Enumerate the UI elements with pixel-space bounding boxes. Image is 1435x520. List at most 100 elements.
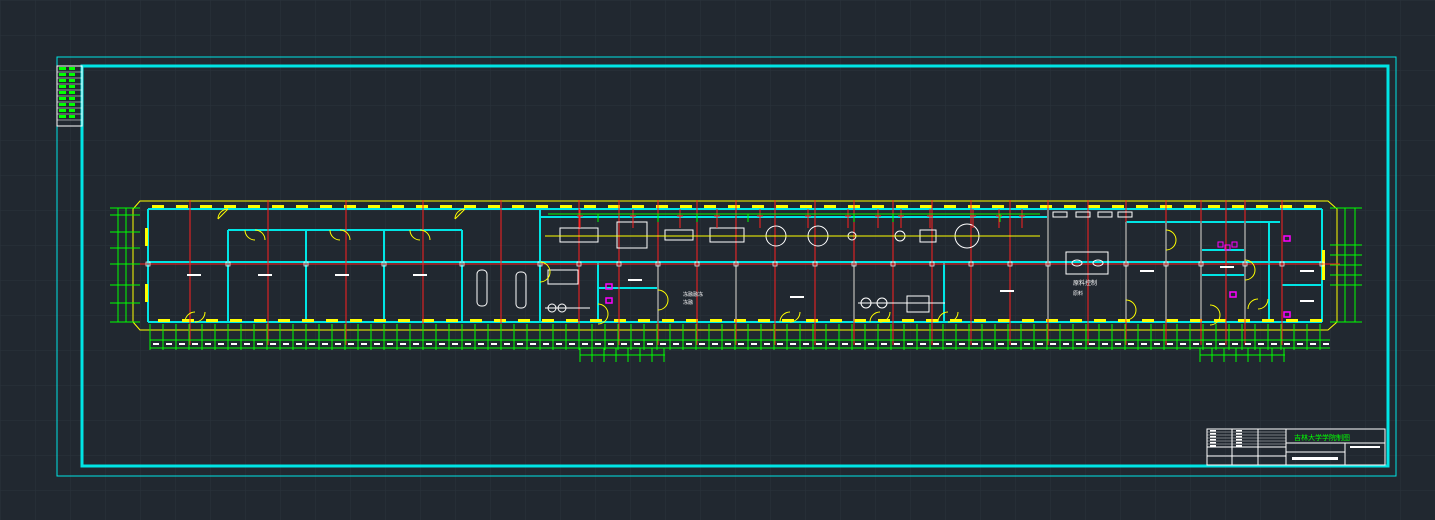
- wall-hatch-top: [296, 205, 308, 208]
- room-label-control: 原料控制: [1073, 279, 1097, 287]
- dimension-text: [543, 343, 549, 345]
- title-block-text: [1210, 433, 1216, 435]
- dimension-text: [1128, 343, 1134, 345]
- wall-hatch-bottom: [566, 319, 578, 322]
- title-block-text: [1236, 445, 1242, 447]
- dimension-text: [335, 343, 341, 345]
- dimension-text: [504, 343, 510, 345]
- wall-hatch-top: [1184, 205, 1196, 208]
- wall-hatch-top: [992, 205, 1004, 208]
- room-tag: [790, 296, 804, 298]
- title-block-text: [1210, 439, 1216, 441]
- dimension-text: [374, 343, 380, 345]
- dimension-text: [920, 343, 926, 345]
- dimension-text: [894, 343, 900, 345]
- dimension-text: [608, 343, 614, 345]
- wall-hatch-top: [440, 205, 452, 208]
- dimension-text: [387, 343, 393, 345]
- wall-hatch-bottom: [374, 319, 386, 322]
- dimension-text: [998, 343, 1004, 345]
- dimension-text: [1102, 343, 1108, 345]
- dimension-text: [1167, 343, 1173, 345]
- wall-hatch-top: [824, 205, 836, 208]
- dimension-text: [231, 343, 237, 345]
- wall-hatch-bottom: [710, 319, 722, 322]
- wall-hatch-bottom: [662, 319, 674, 322]
- dimension-text: [634, 343, 640, 345]
- wall-hatch-left: [145, 284, 148, 302]
- dimension-text: [764, 343, 770, 345]
- dimension-text: [855, 343, 861, 345]
- wall-hatch-bottom: [686, 319, 698, 322]
- wall-hatch-bottom: [518, 319, 530, 322]
- wall-hatch-bottom: [422, 319, 434, 322]
- wall-hatch-bottom: [638, 319, 650, 322]
- wall-hatch-top: [248, 205, 260, 208]
- wall-hatch-top: [968, 205, 980, 208]
- wall-hatch-top: [416, 205, 428, 208]
- wall-hatch-bottom: [1190, 319, 1202, 322]
- dimension-text: [1284, 343, 1290, 345]
- revision-mark: [69, 67, 75, 70]
- wall-hatch-top: [1208, 205, 1220, 208]
- wall-hatch-top: [1040, 205, 1052, 208]
- wall-hatch-top: [272, 205, 284, 208]
- dimension-text: [478, 343, 484, 345]
- wall-hatch-bottom: [1022, 319, 1034, 322]
- dimension-text: [816, 343, 822, 345]
- revision-mark: [59, 97, 66, 100]
- revision-mark: [59, 91, 66, 94]
- dimension-text: [842, 343, 848, 345]
- revision-mark: [69, 79, 75, 82]
- wall-hatch-top: [320, 205, 332, 208]
- wall-hatch-bottom: [1142, 319, 1154, 322]
- wall-hatch-bottom: [1286, 319, 1298, 322]
- wall-hatch-bottom: [998, 319, 1010, 322]
- dimension-text: [1154, 343, 1160, 345]
- room-tag: [413, 274, 427, 276]
- dimension-text: [686, 343, 692, 345]
- revision-mark: [69, 115, 75, 118]
- wall-hatch-top: [1112, 205, 1124, 208]
- wall-hatch-top: [1256, 205, 1268, 208]
- dimension-text: [1232, 343, 1238, 345]
- wall-hatch-bottom: [254, 319, 266, 322]
- dimension-text: [972, 343, 978, 345]
- dimension-text: [1206, 343, 1212, 345]
- wall-hatch-top: [200, 205, 212, 208]
- dimension-text: [322, 343, 328, 345]
- room-tag: [258, 274, 272, 276]
- dimension-text: [1297, 343, 1303, 345]
- cad-drawing-canvas[interactable]: 冻融融冻 冻融 原料控制 原料 吉林大学学院制图: [0, 0, 1435, 520]
- dimension-text: [582, 343, 588, 345]
- revision-mark: [59, 85, 66, 88]
- drawing-name-text: [1292, 457, 1338, 460]
- wall-hatch-top: [872, 205, 884, 208]
- dimension-text: [1258, 343, 1264, 345]
- revision-mark: [59, 67, 66, 70]
- dimension-text: [556, 343, 562, 345]
- wall-hatch-bottom: [350, 319, 362, 322]
- room-tag: [1140, 270, 1154, 272]
- cad-drawing[interactable]: 冻融融冻 冻融 原料控制 原料 吉林大学学院制图: [0, 0, 1435, 520]
- wall-hatch-top: [800, 205, 812, 208]
- drawing-number-text: [1350, 446, 1380, 448]
- dimension-text: [569, 343, 575, 345]
- wall-hatch-top: [224, 205, 236, 208]
- dimension-text: [439, 343, 445, 345]
- wall-hatch-top: [680, 205, 692, 208]
- wall-hatch-bottom: [758, 319, 770, 322]
- wall-hatch-top: [368, 205, 380, 208]
- revision-mark: [59, 103, 66, 106]
- room-tag: [335, 274, 349, 276]
- revision-mark: [69, 73, 75, 76]
- wall-hatch-top: [776, 205, 788, 208]
- room-tag: [1300, 300, 1314, 302]
- dimension-text: [361, 343, 367, 345]
- process-label-2: 冻融: [683, 299, 693, 306]
- revision-mark: [69, 85, 75, 88]
- wall-hatch-bottom: [230, 319, 242, 322]
- dimension-text: [348, 343, 354, 345]
- wall-hatch-top: [920, 205, 932, 208]
- dimension-text: [1063, 343, 1069, 345]
